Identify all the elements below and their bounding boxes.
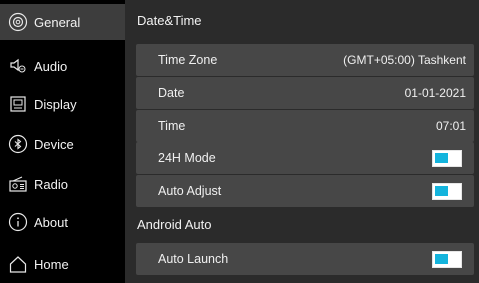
- sidebar-item-label: Display: [34, 96, 77, 112]
- settings-panel: Date&Time Time Zone (GMT+05:00) Tashkent…: [125, 0, 479, 283]
- time-row[interactable]: Time 07:01: [136, 110, 474, 142]
- 24h-mode-toggle[interactable]: [432, 149, 462, 167]
- sidebar-item-label: General: [34, 14, 81, 30]
- bluetooth-icon: [8, 134, 28, 154]
- auto-adjust-label: Auto Adjust: [158, 184, 222, 198]
- auto-adjust-row: Auto Adjust: [136, 175, 474, 207]
- section-title-datetime: Date&Time: [137, 13, 202, 28]
- 24h-mode-label: 24H Mode: [158, 151, 216, 165]
- time-zone-label: Time Zone: [158, 53, 218, 67]
- sidebar-item-display[interactable]: Display: [0, 86, 125, 122]
- sidebar-item-about[interactable]: About: [0, 204, 125, 240]
- sidebar-item-radio[interactable]: Radio: [0, 166, 125, 202]
- date-row[interactable]: Date 01-01-2021: [136, 77, 474, 109]
- gear-icon: [8, 12, 28, 32]
- toggle-indicator: [435, 152, 448, 163]
- time-zone-value: (GMT+05:00) Tashkent: [343, 53, 466, 67]
- toggle-indicator: [435, 185, 448, 196]
- toggle-indicator: [435, 253, 448, 264]
- section-title-android-auto: Android Auto: [137, 217, 212, 232]
- info-icon: [8, 212, 28, 232]
- time-zone-row[interactable]: Time Zone (GMT+05:00) Tashkent: [136, 44, 474, 76]
- sidebar-item-device[interactable]: Device: [0, 126, 125, 162]
- display-icon: [8, 94, 28, 114]
- home-icon: [8, 254, 28, 274]
- sidebar-item-label: Audio: [34, 58, 68, 74]
- date-value: 01-01-2021: [404, 86, 466, 100]
- sidebar-item-label: Home: [34, 256, 69, 272]
- speaker-icon: [8, 56, 28, 76]
- time-value: 07:01: [435, 119, 466, 133]
- date-label: Date: [158, 86, 185, 100]
- sidebar-item-audio[interactable]: Audio: [0, 48, 125, 84]
- auto-adjust-toggle[interactable]: [432, 182, 462, 200]
- sidebar-item-label: Radio: [34, 176, 68, 192]
- sidebar: General Audio Display Device Radio About…: [0, 0, 125, 283]
- sidebar-item-home[interactable]: Home: [0, 246, 125, 282]
- radio-icon: [8, 174, 28, 194]
- auto-launch-toggle[interactable]: [432, 250, 462, 268]
- settings-screen: General Audio Display Device Radio About…: [0, 0, 479, 283]
- auto-launch-row: Auto Launch: [136, 243, 474, 275]
- sidebar-item-label: About: [34, 214, 68, 230]
- time-label: Time: [158, 119, 186, 133]
- auto-launch-label: Auto Launch: [158, 252, 229, 266]
- 24h-mode-row: 24H Mode: [136, 142, 474, 174]
- sidebar-item-label: Device: [34, 136, 74, 152]
- sidebar-item-general[interactable]: General: [0, 4, 125, 40]
